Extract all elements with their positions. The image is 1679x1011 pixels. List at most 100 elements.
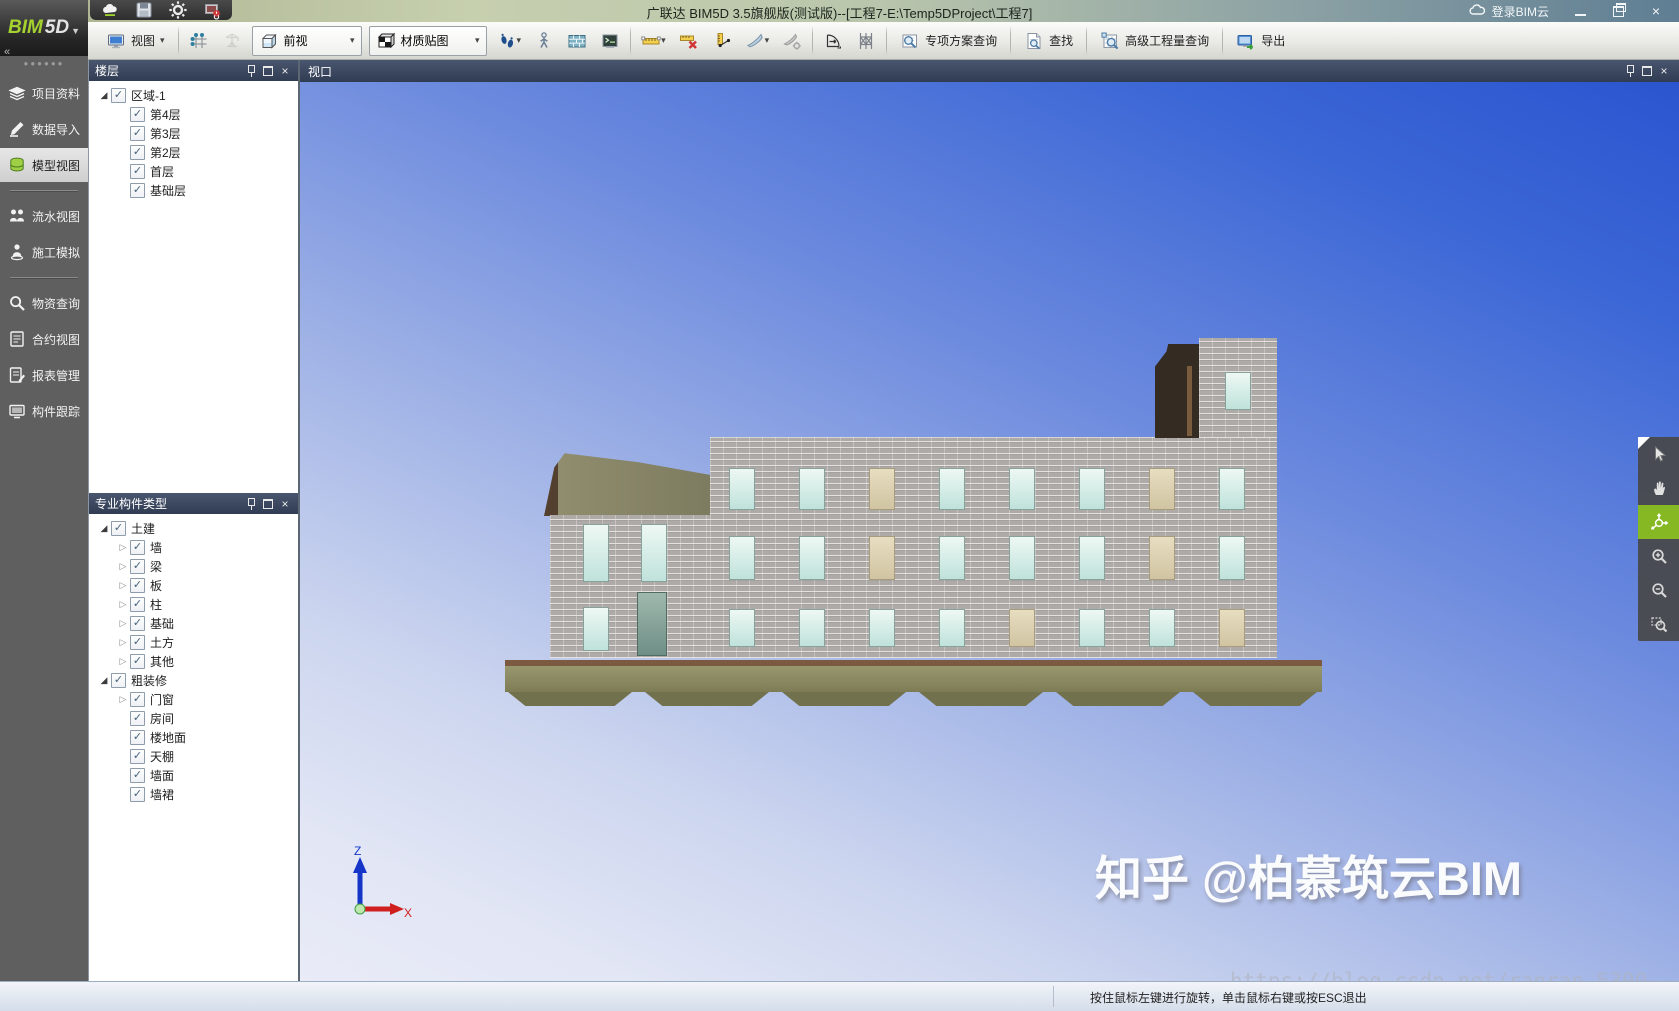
- tree-item[interactable]: ✓墙面: [89, 766, 298, 785]
- maximize-icon[interactable]: [261, 497, 275, 511]
- wall-view-button[interactable]: [564, 28, 590, 54]
- section-settings-button[interactable]: [779, 28, 805, 54]
- collapse-arrow-icon[interactable]: ◢: [97, 675, 111, 686]
- tree-item[interactable]: ✓第3层: [89, 124, 298, 143]
- sidebar-item-data-import[interactable]: 数据导入: [0, 112, 88, 146]
- expand-arrow-icon[interactable]: ▷: [116, 637, 130, 648]
- axis-grid-button[interactable]: [186, 28, 212, 54]
- viewport-3d-canvas[interactable]: Z X 知乎 @柏慕筑云BIM https://blog.csdn.net/ra…: [300, 82, 1679, 981]
- expand-arrow-icon[interactable]: ▷: [116, 656, 130, 667]
- sidebar-item-model-view[interactable]: 模型视图: [0, 148, 88, 182]
- login-bim-cloud-button[interactable]: 登录BIM云: [1455, 0, 1561, 22]
- checkbox-checked[interactable]: ✓: [130, 145, 145, 160]
- tree-item[interactable]: ✓第2层: [89, 143, 298, 162]
- checkbox-checked[interactable]: ✓: [130, 616, 145, 631]
- scaffold-button[interactable]: [853, 28, 879, 54]
- sidebar-item-contract-view[interactable]: 合约视图: [0, 322, 88, 356]
- select-tool[interactable]: [1638, 437, 1679, 471]
- tree-item[interactable]: ◢✓粗装修: [89, 671, 298, 690]
- measure-button[interactable]: ▾: [638, 28, 669, 54]
- special-query-button[interactable]: 专项方案查询: [894, 28, 1003, 54]
- sidebar-item-component-track[interactable]: 构件跟踪: [0, 394, 88, 428]
- angle-measure-button[interactable]: [709, 28, 735, 54]
- checkbox-checked[interactable]: ✓: [130, 768, 145, 783]
- collapse-arrow-icon[interactable]: ◢: [97, 90, 111, 101]
- pan-tool[interactable]: [1638, 471, 1679, 505]
- expand-arrow-icon[interactable]: ▷: [116, 599, 130, 610]
- expand-arrow-icon[interactable]: ▷: [116, 618, 130, 629]
- roam-button[interactable]: ▾: [494, 28, 525, 54]
- crane-button[interactable]: [219, 28, 245, 54]
- sidebar-item-flow-view[interactable]: 流水视图: [0, 199, 88, 233]
- section-button[interactable]: ▾: [742, 28, 773, 54]
- viewer-button[interactable]: [597, 28, 623, 54]
- tree-item[interactable]: ✓首层: [89, 162, 298, 181]
- tree-item[interactable]: ✓墙裙: [89, 785, 298, 804]
- settings-icon[interactable]: [168, 0, 188, 20]
- sidebar-item-project-docs[interactable]: 项目资料: [0, 76, 88, 110]
- checkbox-checked[interactable]: ✓: [111, 521, 126, 536]
- opening-button[interactable]: [820, 28, 846, 54]
- zoom-out-tool[interactable]: [1638, 573, 1679, 607]
- checkbox-checked[interactable]: ✓: [130, 164, 145, 179]
- exit-app-icon[interactable]: [202, 0, 222, 20]
- checkbox-checked[interactable]: ✓: [111, 673, 126, 688]
- tree-item[interactable]: ▷✓柱: [89, 595, 298, 614]
- close-icon[interactable]: ×: [278, 64, 292, 78]
- find-button[interactable]: 查找: [1018, 28, 1079, 54]
- adv-quantity-query-button[interactable]: 高级工程量查询: [1094, 28, 1215, 54]
- checkbox-checked[interactable]: ✓: [130, 540, 145, 555]
- restore-button[interactable]: [1599, 1, 1637, 21]
- close-icon[interactable]: ×: [1657, 64, 1671, 78]
- view-direction-select[interactable]: 前视 ▾: [252, 26, 362, 56]
- checkbox-checked[interactable]: ✓: [130, 126, 145, 141]
- collapse-sidebar-icon[interactable]: «: [4, 46, 10, 58]
- maximize-icon[interactable]: [261, 64, 275, 78]
- checkbox-checked[interactable]: ✓: [130, 749, 145, 764]
- tree-item[interactable]: ▷✓门窗: [89, 690, 298, 709]
- expand-arrow-icon[interactable]: ▷: [116, 561, 130, 572]
- sidebar-drag-handle[interactable]: ●●●●●●: [0, 56, 88, 74]
- pin-icon[interactable]: [1623, 64, 1637, 78]
- maximize-icon[interactable]: [1640, 64, 1654, 78]
- tree-item[interactable]: ▷✓墙: [89, 538, 298, 557]
- view-button[interactable]: 视图 ▾: [100, 28, 171, 54]
- checkbox-checked[interactable]: ✓: [130, 183, 145, 198]
- sidebar-item-construction-sim[interactable]: 施工模拟: [0, 235, 88, 269]
- tree-item[interactable]: ✓楼地面: [89, 728, 298, 747]
- checkbox-checked[interactable]: ✓: [130, 730, 145, 745]
- walk-button[interactable]: [531, 28, 557, 54]
- tree-item[interactable]: ▷✓基础: [89, 614, 298, 633]
- tree-item[interactable]: ✓第4层: [89, 105, 298, 124]
- material-map-select[interactable]: 材质贴图 ▾: [369, 26, 487, 56]
- checkbox-checked[interactable]: ✓: [130, 787, 145, 802]
- sidebar-item-report-manage[interactable]: 报表管理: [0, 358, 88, 392]
- checkbox-checked[interactable]: ✓: [130, 107, 145, 122]
- tree-item[interactable]: ◢✓土建: [89, 519, 298, 538]
- cloud-upload-icon[interactable]: [100, 0, 120, 20]
- save-icon[interactable]: [134, 0, 154, 20]
- tree-item[interactable]: ▷✓其他: [89, 652, 298, 671]
- tree-item[interactable]: ◢✓区域-1: [89, 86, 298, 105]
- sidebar-item-material-query[interactable]: 物资查询: [0, 286, 88, 320]
- measure-delete-button[interactable]: [676, 28, 702, 54]
- checkbox-checked[interactable]: ✓: [130, 597, 145, 612]
- orbit-tool[interactable]: [1638, 505, 1679, 539]
- tree-item[interactable]: ▷✓板: [89, 576, 298, 595]
- tree-item[interactable]: ✓天棚: [89, 747, 298, 766]
- expand-arrow-icon[interactable]: ▷: [116, 580, 130, 591]
- tree-item[interactable]: ▷✓梁: [89, 557, 298, 576]
- close-icon[interactable]: ×: [278, 497, 292, 511]
- checkbox-checked[interactable]: ✓: [130, 578, 145, 593]
- checkbox-checked[interactable]: ✓: [130, 692, 145, 707]
- checkbox-checked[interactable]: ✓: [130, 559, 145, 574]
- pin-icon[interactable]: [244, 497, 258, 511]
- checkbox-checked[interactable]: ✓: [130, 711, 145, 726]
- checkbox-checked[interactable]: ✓: [130, 654, 145, 669]
- minimize-button[interactable]: [1561, 1, 1599, 21]
- export-button[interactable]: 导出: [1230, 28, 1291, 54]
- expand-arrow-icon[interactable]: ▷: [116, 542, 130, 553]
- tree-item[interactable]: ▷✓土方: [89, 633, 298, 652]
- checkbox-checked[interactable]: ✓: [111, 88, 126, 103]
- expand-arrow-icon[interactable]: ▷: [116, 694, 130, 705]
